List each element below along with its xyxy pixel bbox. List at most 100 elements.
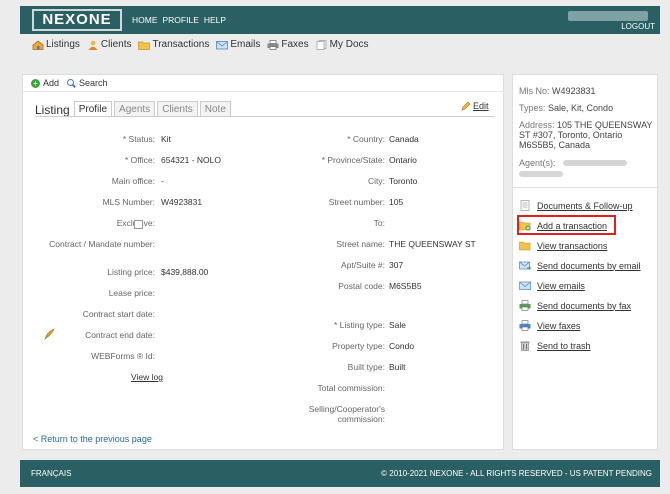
listing-tabs: Listing Profile Agents Clients Note [35,101,233,117]
listing-price-value: $439,888.00 [161,267,209,277]
sidebar-divider [513,187,659,188]
street-name-value: THE QUEENSWAY ST [389,239,476,249]
tab-clients[interactable]: Clients [157,101,198,117]
nav-faxes-label: Faxes [281,39,309,50]
send-to-trash-link[interactable]: Send to trash [519,340,591,351]
view-faxes-label: View faxes [537,320,581,331]
envelope-icon [519,281,531,290]
nav-my-docs[interactable]: My Docs [316,39,369,50]
status-value: Kit [161,134,171,144]
nexone-logo[interactable]: NEXONE [32,9,122,31]
status-label: * Status: [122,134,155,144]
listing-title: Listing [35,103,70,117]
add-label: Add [43,78,60,88]
language-toggle[interactable]: FRANÇAIS [31,469,71,478]
tab-note[interactable]: Note [199,101,231,117]
view-faxes-link[interactable]: View faxes [519,320,580,331]
office-value: 654321 - NOLO [161,155,222,165]
sidebar-types-label: Types: [519,103,546,113]
sidebar-mls-value: W4923831 [552,86,596,96]
add-button[interactable]: + Add [31,78,59,88]
total-commission-label: Total commission: [317,383,385,393]
listing-price-label: Listing price: [107,267,155,277]
postal-code-value: M6S5B5 [389,281,422,291]
plus-icon: + [31,78,40,88]
sidebar-types-value: Sale, Kit, Condo [548,103,614,113]
street-name-label: Street name: [336,239,385,249]
return-link[interactable]: < Return to the previous page [33,434,152,444]
main-office-label: Main office: [111,176,155,186]
apt-suite-value: 307 [389,260,404,270]
documents-icon [316,39,326,50]
province-value: Ontario [389,155,417,165]
house-icon [32,39,44,50]
to-label: To: [373,218,385,228]
postal-code-label: Postal code: [338,281,385,291]
edit-label: Edit [473,101,489,111]
add-transaction-highlight [517,215,616,235]
search-button[interactable]: Search [67,78,108,88]
sidebar-address: Address: 105 THE QUEENSWAY ST #307, Toro… [519,120,653,150]
document-icon [520,200,530,211]
apt-suite-label: Apt/Suite #: [341,260,385,270]
cooperator-commission-label: Selling/Cooperator's commission: [308,404,385,424]
view-emails-label: View emails [537,280,585,291]
exclusive-checkbox[interactable] [134,220,143,229]
listing-panel: + Add Search Listing Profile Agents Clie… [22,74,505,450]
nav-clients[interactable]: Clients [87,39,131,50]
send-to-trash-label: Send to trash [537,340,591,351]
mls-number-label: MLS Number: [102,197,155,207]
folder-icon [519,241,531,251]
lease-price-label: Lease price: [108,288,155,298]
listing-type-label: * Listing type: [333,320,385,330]
printer-icon [267,39,279,50]
people-icon [88,40,98,50]
nav-listings[interactable]: Listings [32,39,80,50]
view-emails-link[interactable]: View emails [519,280,585,291]
documents-followup-link[interactable]: Documents & Follow-up [519,200,633,211]
printer-icon [519,300,531,311]
nav-listings-label: Listings [46,39,80,50]
sidebar-mls: Mls No: W4923831 [519,86,596,96]
nav-emails[interactable]: Emails [216,39,260,50]
pencil-icon [461,101,471,111]
city-value: Toronto [389,176,418,186]
nav-transactions-label: Transactions [152,39,210,50]
nav-my-docs-label: My Docs [329,39,369,50]
logout-link[interactable]: LOGOUT [621,22,655,31]
agent-name-redacted [563,160,627,166]
view-log-link[interactable]: View log [131,372,163,382]
contract-number-label: Contract / Mandate number: [49,239,155,249]
nav-faxes[interactable]: Faxes [267,39,309,50]
send-documents-email-link[interactable]: Send documents by email [519,260,641,271]
view-transactions-link[interactable]: View transactions [519,240,607,251]
nav-help[interactable]: HELP [204,15,226,25]
email-send-icon [519,261,531,270]
built-type-label: Built type: [347,362,385,372]
street-number-label: Street number: [328,197,385,207]
nav-emails-label: Emails [230,39,261,50]
envelope-icon [216,40,229,49]
province-label: * Province/State: [321,155,385,165]
sidebar-address-label: Address: [519,120,555,130]
webforms-id-label: WEBForms ® Id: [91,351,155,361]
sidebar-agents-label: Agent(s): [519,158,556,168]
country-label: * Country: [347,134,385,144]
city-label: City: [368,176,385,186]
tab-agents[interactable]: Agents [114,101,156,117]
documents-followup-label: Documents & Follow-up [537,200,633,211]
tab-profile[interactable]: Profile [73,101,113,117]
mls-number-value: W4923831 [161,197,203,207]
street-number-value: 105 [389,197,404,207]
send-documents-fax-label: Send documents by fax [537,300,632,311]
send-documents-fax-link[interactable]: Send documents by fax [519,300,631,311]
built-type-value: Built [389,362,406,372]
toolbar-divider [23,91,505,92]
nav-transactions[interactable]: Transactions [138,39,209,50]
nav-profile[interactable]: PROFILE [163,15,199,25]
nav-home[interactable]: HOME [132,15,158,25]
search-label: Search [79,78,108,88]
edit-link[interactable]: Edit [461,101,489,111]
country-value: Canada [389,134,419,144]
main-office-value: - [161,176,164,186]
